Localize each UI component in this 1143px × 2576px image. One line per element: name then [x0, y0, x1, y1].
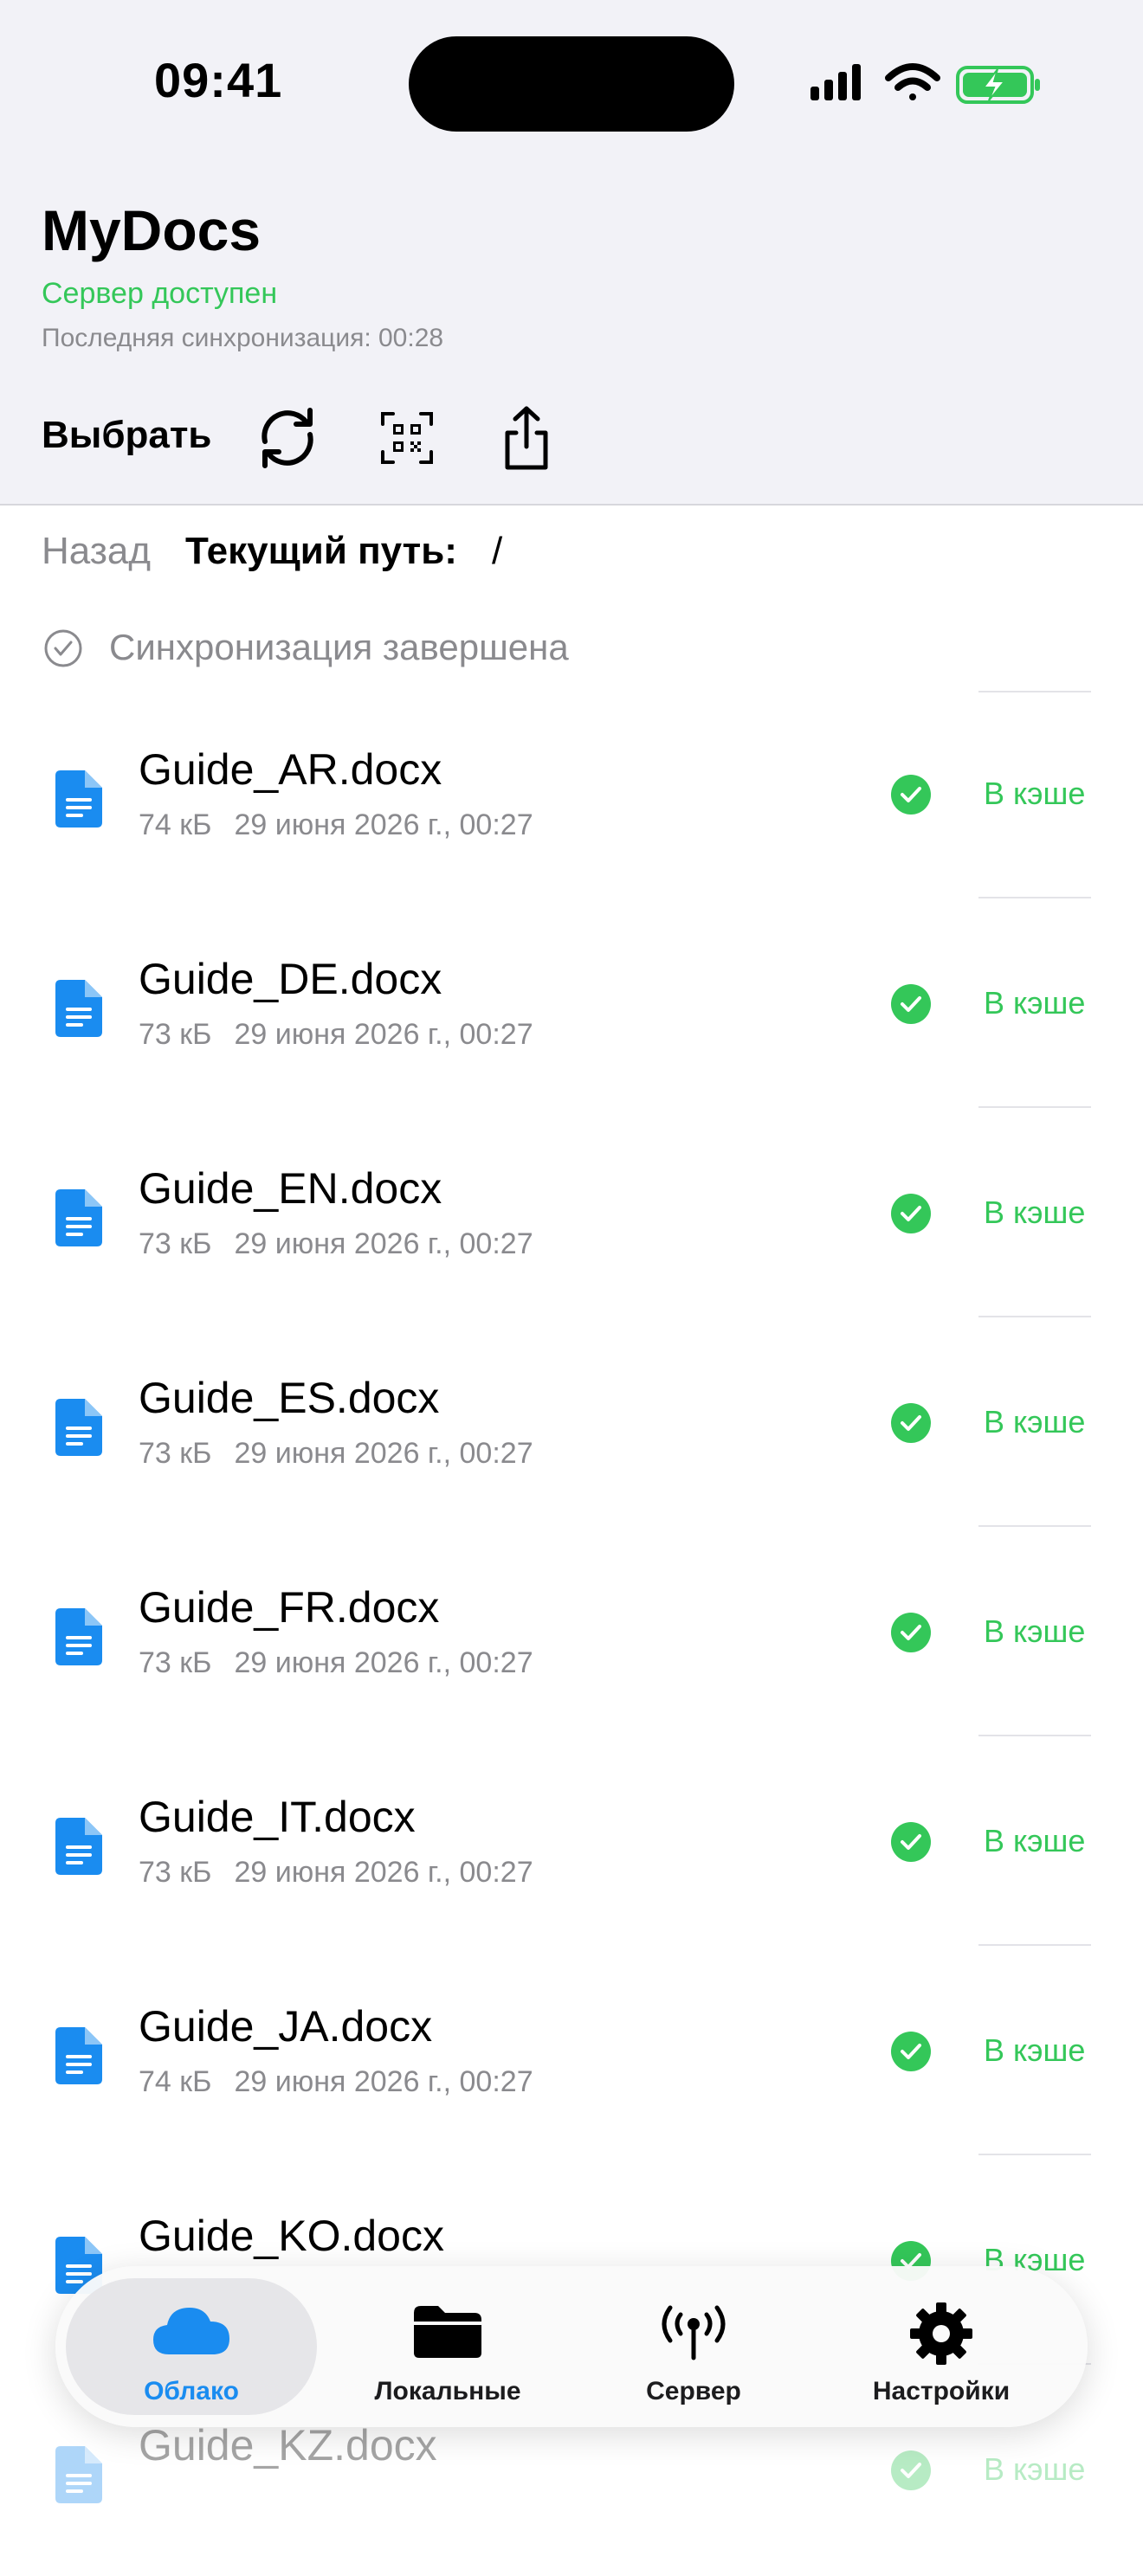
file-name: Guide_AR.docx — [139, 745, 442, 794]
file-name: Guide_KZ.docx — [139, 2421, 437, 2470]
tab-label: Облако — [144, 2377, 239, 2405]
cache-status: В кэше — [984, 1404, 1086, 1439]
row-separator — [978, 1316, 1091, 1317]
current-path-label: Текущий путь: — [185, 530, 457, 572]
share-icon[interactable] — [492, 403, 561, 473]
cache-status: В кэше — [984, 1195, 1086, 1230]
last-sync-label: Последняя синхронизация: 00:28 — [42, 324, 444, 352]
checkmark-circle-icon — [891, 1822, 931, 1862]
file-row[interactable]: Guide_JA.docx 74 кБ 29 июня 2026 г., 00:2… — [0, 1949, 1143, 2157]
document-icon — [55, 1189, 102, 1246]
row-separator — [978, 1735, 1091, 1736]
document-icon — [55, 1399, 102, 1456]
tab-bar: Облако Локальные Сервер Настройки — [55, 2266, 1088, 2427]
status-icons — [810, 63, 1040, 104]
file-date: 29 июня 2026 г., 00:27 — [234, 1018, 533, 1051]
cache-status: В кэше — [984, 776, 1086, 811]
file-name: Guide_FR.docx — [139, 1583, 440, 1632]
document-icon — [55, 980, 102, 1037]
file-name: Guide_DE.docx — [139, 955, 442, 1003]
checkmark-circle-icon — [891, 2450, 931, 2490]
sync-icon[interactable] — [253, 403, 322, 473]
file-name: Guide_KO.docx — [139, 2212, 444, 2260]
file-date: 29 июня 2026 г., 00:27 — [234, 2065, 533, 2098]
tab-label: Сервер — [646, 2377, 741, 2405]
file-row[interactable]: Guide_AR.docx 74 кБ 29 июня 2026 г., 00:2… — [0, 692, 1143, 900]
checkmark-circle-icon — [891, 1194, 931, 1233]
file-size: 73 кБ — [139, 1227, 212, 1260]
file-meta: 73 кБ 29 июня 2026 г., 00:27 — [139, 1437, 556, 1471]
antenna-icon — [662, 2305, 726, 2360]
document-icon — [55, 770, 102, 828]
file-name: Guide_IT.docx — [139, 1793, 416, 1841]
tab-local[interactable]: Локальные — [322, 2278, 573, 2415]
document-icon — [55, 2446, 102, 2503]
file-meta: 73 кБ 29 июня 2026 г., 00:27 — [139, 1018, 556, 1052]
cache-status: В кэше — [984, 2032, 1086, 2068]
row-separator — [978, 897, 1091, 898]
file-size: 74 кБ — [139, 2065, 212, 2098]
current-path-value: / — [492, 530, 503, 572]
tab-label: Локальные — [374, 2377, 521, 2405]
checkmark-circle-icon — [891, 2032, 931, 2071]
checkmark-circle-icon — [891, 984, 931, 1024]
file-size: 73 кБ — [139, 1437, 212, 1470]
status-time: 09:41 — [154, 53, 283, 107]
battery-charging-icon — [956, 66, 1040, 104]
document-icon — [55, 2027, 102, 2084]
file-name: Guide_EN.docx — [139, 1164, 442, 1213]
checkmark-circle-icon — [891, 1403, 931, 1443]
row-separator — [978, 2154, 1091, 2155]
tab-cloud[interactable]: Облако — [66, 2278, 317, 2415]
sync-status-text: Синхронизация завершена — [109, 627, 569, 667]
tab-settings[interactable]: Настройки — [816, 2278, 1067, 2415]
file-size: 74 кБ — [139, 808, 212, 841]
file-meta: 73 кБ 29 июня 2026 г., 00:27 — [139, 1856, 556, 1890]
document-icon — [55, 1818, 102, 1875]
file-meta — [139, 2484, 184, 2518]
document-icon — [55, 1608, 102, 1665]
sync-complete-icon — [44, 629, 82, 667]
file-size: 73 кБ — [139, 1646, 212, 1679]
server-status: Сервер доступен — [42, 277, 278, 310]
file-meta: 74 кБ 29 июня 2026 г., 00:27 — [139, 2065, 556, 2099]
folder-icon — [414, 2306, 481, 2358]
row-separator — [978, 1106, 1091, 1108]
checkmark-circle-icon — [891, 1613, 931, 1652]
file-row[interactable]: Guide_ES.docx 73 кБ 29 июня 2026 г., 00:2… — [0, 1321, 1143, 1529]
file-date: 29 июня 2026 г., 00:27 — [234, 1646, 533, 1679]
file-meta: 73 кБ 29 июня 2026 г., 00:27 — [139, 1227, 556, 1261]
qr-scan-icon[interactable] — [372, 403, 442, 473]
file-size: 73 кБ — [139, 1018, 212, 1051]
cellular-signal-icon — [810, 64, 861, 100]
select-button[interactable]: Выбрать — [42, 414, 211, 457]
file-row[interactable]: Guide_DE.docx 73 кБ 29 июня 2026 г., 00:2… — [0, 902, 1143, 1110]
cloud-icon — [153, 2308, 229, 2354]
file-name: Guide_ES.docx — [139, 1374, 440, 1422]
cache-status: В кэше — [984, 985, 1086, 1021]
wifi-icon — [885, 63, 940, 100]
row-separator — [978, 1525, 1091, 1527]
file-meta: 74 кБ 29 июня 2026 г., 00:27 — [139, 808, 556, 842]
dynamic-island — [409, 36, 734, 132]
back-button[interactable]: Назад — [42, 530, 151, 573]
cache-status: В кэше — [984, 1823, 1086, 1858]
checkmark-circle-icon — [891, 775, 931, 815]
app-title: MyDocs — [42, 198, 262, 262]
file-row[interactable]: Guide_EN.docx 73 кБ 29 июня 2026 г., 00:2… — [0, 1111, 1143, 1319]
tab-server[interactable]: Сервер — [568, 2278, 819, 2415]
tab-label: Настройки — [872, 2377, 1011, 2405]
file-size: 73 кБ — [139, 1856, 212, 1889]
file-row[interactable]: Guide_FR.docx 73 кБ 29 июня 2026 г., 00:2… — [0, 1530, 1143, 1738]
row-separator — [978, 1944, 1091, 1946]
file-date: 29 июня 2026 г., 00:27 — [234, 1437, 533, 1470]
file-name: Guide_JA.docx — [139, 2002, 433, 2051]
cache-status: В кэше — [984, 1613, 1086, 1649]
file-meta: 73 кБ 29 июня 2026 г., 00:27 — [139, 1646, 556, 1680]
gear-icon — [910, 2302, 972, 2365]
file-date: 29 июня 2026 г., 00:27 — [234, 1856, 533, 1889]
file-date: 29 июня 2026 г., 00:27 — [234, 808, 533, 841]
file-date: 29 июня 2026 г., 00:27 — [234, 1227, 533, 1260]
file-row[interactable]: Guide_IT.docx 73 кБ 29 июня 2026 г., 00:2… — [0, 1740, 1143, 1948]
